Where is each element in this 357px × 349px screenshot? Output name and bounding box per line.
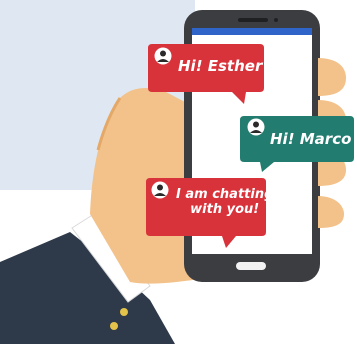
finger: [318, 196, 344, 228]
sleeve-button-icon: [110, 322, 118, 330]
avatar-icon: [157, 184, 163, 191]
message-text-2: Hi! Marco: [270, 130, 352, 148]
phone-camera-icon: [274, 18, 278, 22]
avatar-icon: [253, 121, 259, 128]
message-line: Hi! Marco: [270, 130, 352, 148]
home-button: [236, 262, 266, 270]
phone-speaker: [238, 18, 268, 22]
message-line: Hi! Esther: [178, 57, 263, 75]
message-text-1: Hi! Esther: [178, 57, 263, 75]
message-line: I am chatting: [176, 187, 274, 202]
message-text-3: I am chatting with you!: [176, 187, 274, 218]
avatar-icon: [160, 50, 166, 57]
chat-phone-illustration: [0, 0, 354, 344]
app-bar: [192, 28, 312, 35]
illustration: Hi! Esther Hi! Marco I am chatting with …: [0, 0, 357, 344]
message-line: with you!: [190, 201, 260, 217]
finger: [318, 58, 346, 96]
sleeve-button-icon: [120, 308, 128, 316]
